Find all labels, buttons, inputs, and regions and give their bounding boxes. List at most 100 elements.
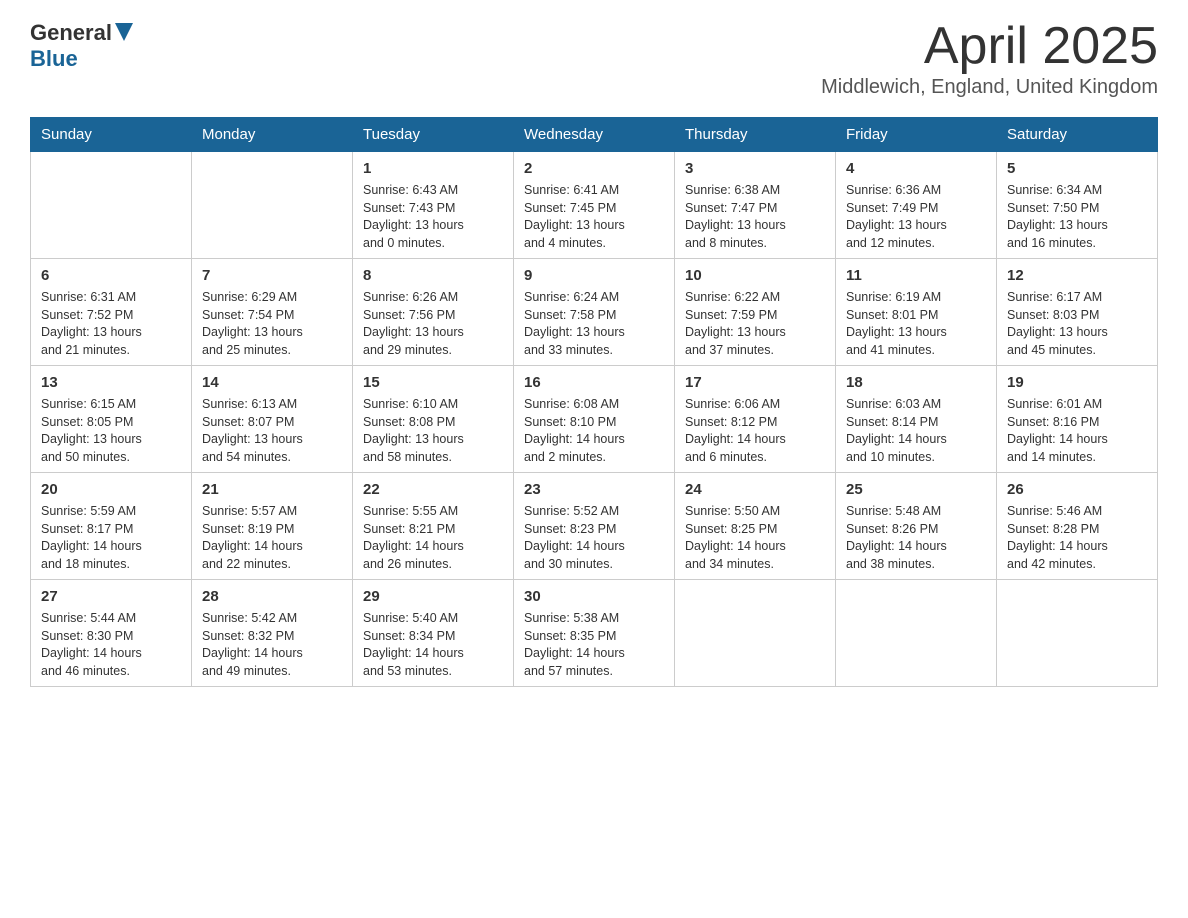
calendar-day-cell: 16 Sunrise: 6:08 AMSunset: 8:10 PMDayligh…: [514, 366, 675, 473]
calendar-day-cell: 2Sunrise: 6:41 AMSunset: 7:45 PMDaylight…: [514, 152, 675, 259]
day-number: 26: [1007, 479, 1147, 500]
day-info: Sunrise: 5:48 AMSunset: 8:26 PMDaylight:…: [846, 503, 986, 573]
calendar-day-cell: 20Sunrise: 5:59 AMSunset: 8:17 PMDayligh…: [31, 473, 192, 580]
day-info: Sunrise: 6:17 AMSunset: 8:03 PMDaylight:…: [1007, 289, 1147, 359]
day-info: Sunrise: 6:43 AMSunset: 7:43 PMDaylight:…: [363, 182, 503, 252]
day-number: 27: [41, 586, 181, 607]
day-number: 25: [846, 479, 986, 500]
day-number: 18: [846, 372, 986, 393]
day-number: 22: [363, 479, 503, 500]
calendar-day-cell: 10Sunrise: 6:22 AMSunset: 7:59 PMDayligh…: [675, 259, 836, 366]
calendar-day-cell: [192, 152, 353, 259]
day-number: 11: [846, 265, 986, 286]
day-number: 10: [685, 265, 825, 286]
calendar-day-cell: 30 Sunrise: 5:38 AMSunset: 8:35 PMDayligh…: [514, 580, 675, 687]
calendar-day-cell: 11 Sunrise: 6:19 AMSunset: 8:01 PMDayligh…: [836, 259, 997, 366]
calendar-week-row: 1Sunrise: 6:43 AMSunset: 7:43 PMDaylight…: [31, 152, 1158, 259]
weekday-header-friday: Friday: [836, 118, 997, 152]
location-subtitle: Middlewich, England, United Kingdom: [821, 76, 1158, 99]
logo-general-text: General: [30, 20, 112, 46]
day-number: 24: [685, 479, 825, 500]
day-number: 16: [524, 372, 664, 393]
weekday-header-tuesday: Tuesday: [353, 118, 514, 152]
day-number: 12: [1007, 265, 1147, 286]
calendar-day-cell: 28 Sunrise: 5:42 AMSunset: 8:32 PMDayligh…: [192, 580, 353, 687]
day-number: 15: [363, 372, 503, 393]
calendar-day-cell: 26Sunrise: 5:46 AMSunset: 8:28 PMDayligh…: [997, 473, 1158, 580]
day-number: 2: [524, 158, 664, 179]
day-number: 21: [202, 479, 342, 500]
day-number: 17: [685, 372, 825, 393]
calendar-day-cell: 4Sunrise: 6:36 AMSunset: 7:49 PMDaylight…: [836, 152, 997, 259]
calendar-day-cell: 8 Sunrise: 6:26 AMSunset: 7:56 PMDaylight…: [353, 259, 514, 366]
calendar-day-cell: [997, 580, 1158, 687]
day-number: 29: [363, 586, 503, 607]
day-info: Sunrise: 5:50 AMSunset: 8:25 PMDaylight:…: [685, 503, 825, 573]
calendar-header-row: SundayMondayTuesdayWednesdayThursdayFrid…: [31, 118, 1158, 152]
day-number: 8: [363, 265, 503, 286]
day-info: Sunrise: 6:38 AMSunset: 7:47 PMDaylight:…: [685, 182, 825, 252]
day-info: Sunrise: 6:36 AMSunset: 7:49 PMDaylight:…: [846, 182, 986, 252]
day-number: 5: [1007, 158, 1147, 179]
day-info: Sunrise: 5:44 AMSunset: 8:30 PMDaylight:…: [41, 610, 181, 680]
title-block: April 2025 Middlewich, England, United K…: [821, 20, 1158, 99]
calendar-week-row: 13 Sunrise: 6:15 AMSunset: 8:05 PMDayligh…: [31, 366, 1158, 473]
day-number: 28: [202, 586, 342, 607]
weekday-header-saturday: Saturday: [997, 118, 1158, 152]
weekday-header-monday: Monday: [192, 118, 353, 152]
day-info: Sunrise: 6:13 AMSunset: 8:07 PMDaylight:…: [202, 396, 342, 466]
calendar-day-cell: 6 Sunrise: 6:31 AMSunset: 7:52 PMDaylight…: [31, 259, 192, 366]
calendar-week-row: 20Sunrise: 5:59 AMSunset: 8:17 PMDayligh…: [31, 473, 1158, 580]
day-info: Sunrise: 6:10 AMSunset: 8:08 PMDaylight:…: [363, 396, 503, 466]
day-info: Sunrise: 5:38 AMSunset: 8:35 PMDaylight:…: [524, 610, 664, 680]
day-info: Sunrise: 6:08 AMSunset: 8:10 PMDaylight:…: [524, 396, 664, 466]
day-number: 23: [524, 479, 664, 500]
logo-arrow-icon: [115, 23, 133, 41]
calendar-day-cell: [675, 580, 836, 687]
day-info: Sunrise: 5:40 AMSunset: 8:34 PMDaylight:…: [363, 610, 503, 680]
calendar-day-cell: 14 Sunrise: 6:13 AMSunset: 8:07 PMDayligh…: [192, 366, 353, 473]
day-number: 14: [202, 372, 342, 393]
day-info: Sunrise: 5:52 AMSunset: 8:23 PMDaylight:…: [524, 503, 664, 573]
logo: General Blue: [30, 20, 133, 72]
calendar-day-cell: 18 Sunrise: 6:03 AMSunset: 8:14 PMDayligh…: [836, 366, 997, 473]
calendar-day-cell: 9 Sunrise: 6:24 AMSunset: 7:58 PMDaylight…: [514, 259, 675, 366]
calendar-day-cell: 15 Sunrise: 6:10 AMSunset: 8:08 PMDayligh…: [353, 366, 514, 473]
day-info: Sunrise: 5:57 AMSunset: 8:19 PMDaylight:…: [202, 503, 342, 573]
day-number: 30: [524, 586, 664, 607]
day-info: Sunrise: 5:42 AMSunset: 8:32 PMDaylight:…: [202, 610, 342, 680]
calendar-day-cell: 5Sunrise: 6:34 AMSunset: 7:50 PMDaylight…: [997, 152, 1158, 259]
day-info: Sunrise: 6:29 AMSunset: 7:54 PMDaylight:…: [202, 289, 342, 359]
calendar-day-cell: 17 Sunrise: 6:06 AMSunset: 8:12 PMDayligh…: [675, 366, 836, 473]
calendar-day-cell: 25 Sunrise: 5:48 AMSunset: 8:26 PMDayligh…: [836, 473, 997, 580]
page-title: April 2025: [821, 20, 1158, 72]
calendar-day-cell: 24 Sunrise: 5:50 AMSunset: 8:25 PMDayligh…: [675, 473, 836, 580]
day-number: 7: [202, 265, 342, 286]
calendar-day-cell: 23 Sunrise: 5:52 AMSunset: 8:23 PMDayligh…: [514, 473, 675, 580]
calendar-day-cell: 22Sunrise: 5:55 AMSunset: 8:21 PMDayligh…: [353, 473, 514, 580]
weekday-header-sunday: Sunday: [31, 118, 192, 152]
calendar-week-row: 27 Sunrise: 5:44 AMSunset: 8:30 PMDayligh…: [31, 580, 1158, 687]
calendar-day-cell: 3 Sunrise: 6:38 AMSunset: 7:47 PMDaylight…: [675, 152, 836, 259]
day-number: 13: [41, 372, 181, 393]
day-number: 20: [41, 479, 181, 500]
calendar-day-cell: [836, 580, 997, 687]
calendar-table: SundayMondayTuesdayWednesdayThursdayFrid…: [30, 117, 1158, 687]
calendar-day-cell: 7 Sunrise: 6:29 AMSunset: 7:54 PMDaylight…: [192, 259, 353, 366]
calendar-week-row: 6 Sunrise: 6:31 AMSunset: 7:52 PMDaylight…: [31, 259, 1158, 366]
day-info: Sunrise: 6:15 AMSunset: 8:05 PMDaylight:…: [41, 396, 181, 466]
calendar-day-cell: 1Sunrise: 6:43 AMSunset: 7:43 PMDaylight…: [353, 152, 514, 259]
day-number: 19: [1007, 372, 1147, 393]
day-number: 9: [524, 265, 664, 286]
day-number: 6: [41, 265, 181, 286]
page-header: General Blue April 2025 Middlewich, Engl…: [30, 20, 1158, 99]
day-info: Sunrise: 6:19 AMSunset: 8:01 PMDaylight:…: [846, 289, 986, 359]
day-info: Sunrise: 6:31 AMSunset: 7:52 PMDaylight:…: [41, 289, 181, 359]
day-info: Sunrise: 6:06 AMSunset: 8:12 PMDaylight:…: [685, 396, 825, 466]
day-info: Sunrise: 6:24 AMSunset: 7:58 PMDaylight:…: [524, 289, 664, 359]
calendar-day-cell: 12 Sunrise: 6:17 AMSunset: 8:03 PMDayligh…: [997, 259, 1158, 366]
day-info: Sunrise: 6:26 AMSunset: 7:56 PMDaylight:…: [363, 289, 503, 359]
calendar-day-cell: 27 Sunrise: 5:44 AMSunset: 8:30 PMDayligh…: [31, 580, 192, 687]
day-number: 3: [685, 158, 825, 179]
day-info: Sunrise: 6:03 AMSunset: 8:14 PMDaylight:…: [846, 396, 986, 466]
